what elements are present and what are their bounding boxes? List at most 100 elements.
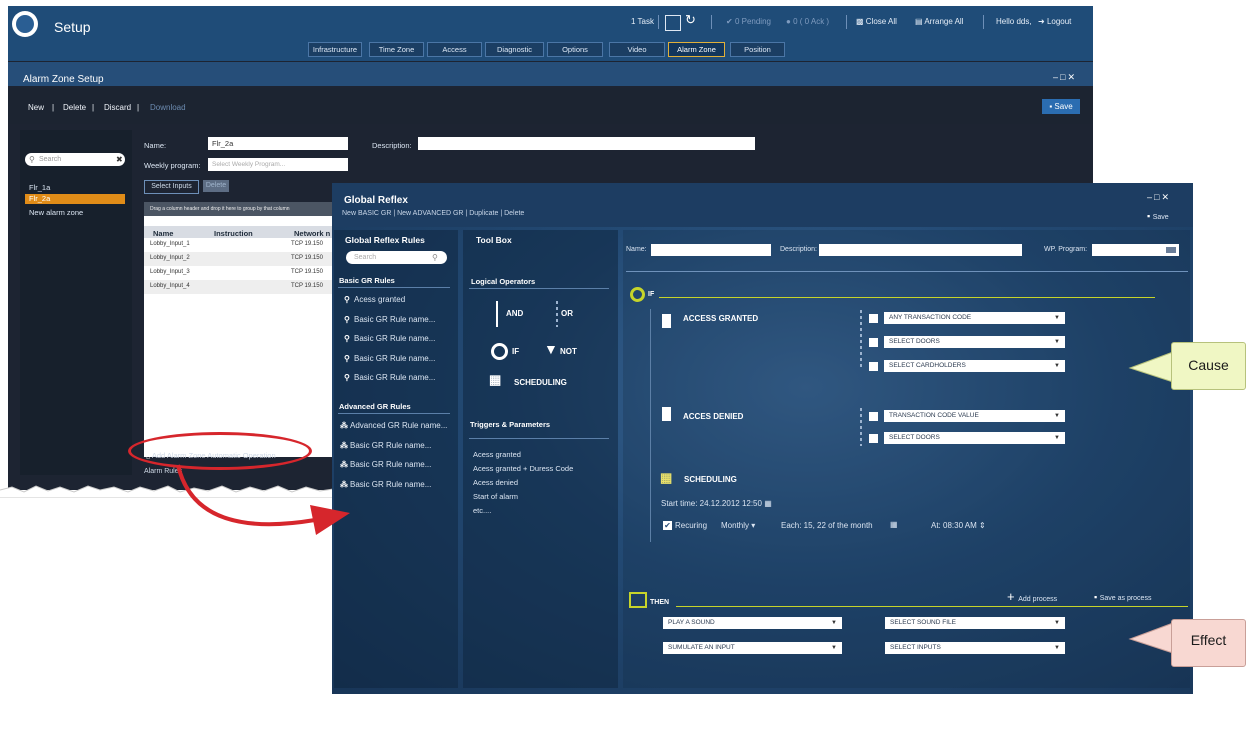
operator-or[interactable]: OR <box>561 309 573 318</box>
denied-doors-dropdown[interactable]: SELECT DOORS ▼ <box>884 432 1065 444</box>
basic-rule-item[interactable]: ⚲ Basic GR Rule name... <box>344 315 435 324</box>
column-header-network[interactable]: Network n <box>294 229 330 238</box>
tab-options[interactable]: Options <box>547 42 603 57</box>
logout-button[interactable]: ➜ Logout <box>1038 17 1071 26</box>
advanced-rule-item[interactable]: ⁂ Advanced GR Rule name... <box>340 421 447 430</box>
transaction-code-dropdown[interactable]: ANY TRANSACTION CODE ▼ <box>884 312 1065 324</box>
name-field[interactable] <box>651 244 771 256</box>
inputs-dropdown[interactable]: SELECT INPUTS ▼ <box>885 642 1065 654</box>
checkbox[interactable] <box>869 362 878 371</box>
description-field[interactable] <box>819 244 1022 256</box>
name-field[interactable]: Flr_2a <box>208 137 348 150</box>
trigger-item[interactable]: Acess granted + Duress Code <box>473 464 573 473</box>
tab-video[interactable]: Video <box>609 42 665 57</box>
tab-alarm-zone[interactable]: Alarm Zone <box>668 42 725 57</box>
save-label: Save <box>1054 102 1073 111</box>
calendar-icon: ▦ <box>761 499 772 508</box>
tasks-icon[interactable] <box>665 15 681 31</box>
start-time[interactable]: Start time: 24.12.2012 12:50 ▦ <box>661 499 772 508</box>
download-button[interactable]: Download <box>150 103 186 112</box>
checkbox[interactable] <box>869 338 878 347</box>
dropdown-value: SELECT DOORS <box>889 338 940 345</box>
name-label: Name: <box>144 141 167 150</box>
alarm-zone-list-panel <box>20 130 132 475</box>
operator-if[interactable]: IF <box>512 347 519 356</box>
basic-rule-item[interactable]: ⚲ Acess granted <box>344 295 405 304</box>
app-logo-icon[interactable] <box>12 11 38 37</box>
save-as-process-button[interactable]: ▪ Save as process <box>1094 592 1151 602</box>
tab-time-zone[interactable]: Time Zone <box>369 42 424 57</box>
if-bracket <box>650 309 651 542</box>
recurring-checkbox[interactable]: ✔ <box>663 521 672 530</box>
global-reflex-window: Global Reflex New BASIC GR | New ADVANCE… <box>332 183 1193 694</box>
time-stepper[interactable]: At: 08:30 AM ⇕ <box>931 521 986 530</box>
new-button[interactable]: New <box>28 103 44 112</box>
operator-and[interactable]: AND <box>506 309 523 318</box>
alert-icon: ● <box>786 17 794 26</box>
list-item[interactable]: New alarm zone <box>29 208 83 217</box>
select-inputs-button[interactable]: Select Inputs <box>144 180 199 194</box>
cardholders-dropdown[interactable]: SELECT CARDHOLDERS ▼ <box>884 360 1065 372</box>
logical-operators-header: Logical Operators <box>471 277 536 286</box>
checkbox[interactable] <box>869 412 878 421</box>
gr-save-button[interactable]: ▪ Save <box>1147 211 1169 221</box>
column-header-instruction[interactable]: Instruction <box>214 229 253 238</box>
name-label: Name: <box>626 246 647 253</box>
save-button[interactable]: ▪ Save <box>1042 99 1080 114</box>
search-input[interactable]: Search <box>25 153 125 166</box>
list-item-selected[interactable]: Flr_2a <box>25 194 125 204</box>
advanced-rule-item[interactable]: ⁂ Basic GR Rule name... <box>340 441 431 450</box>
add-process-button[interactable]: + Add process <box>1007 589 1057 604</box>
operator-scheduling[interactable]: SCHEDULING <box>514 378 567 387</box>
trigger-item[interactable]: Acess denied <box>473 478 518 487</box>
frequency-select[interactable]: Monthly ▾ <box>721 521 755 530</box>
trigger-item[interactable]: Start of alarm <box>473 492 518 501</box>
basic-rule-item[interactable]: ⚲ Basic GR Rule name... <box>344 334 435 343</box>
tab-position[interactable]: Position <box>730 42 785 57</box>
action-dropdown[interactable]: PLAY A SOUND ▼ <box>663 617 842 629</box>
tab-access[interactable]: Access <box>427 42 482 57</box>
calendar-icon[interactable]: ▦ <box>890 520 898 529</box>
discard-button[interactable]: Discard <box>104 103 131 112</box>
gr-window-controls[interactable]: –□✕ <box>1147 192 1171 203</box>
delete-input-button[interactable]: Delete <box>203 180 229 192</box>
window-header <box>8 62 1093 86</box>
window-controls[interactable]: –□✕ <box>1053 72 1077 83</box>
doors-dropdown[interactable]: SELECT DOORS ▼ <box>884 336 1065 348</box>
ack-status[interactable]: ● 0 ( 0 Ack ) <box>786 17 829 26</box>
trigger-item[interactable]: etc.... <box>473 506 491 515</box>
chevron-down-icon: ▼ <box>1054 339 1060 345</box>
app-title: Setup <box>54 19 91 35</box>
basic-rule-item[interactable]: ⚲ Basic GR Rule name... <box>344 373 435 382</box>
tab-infrastructure[interactable]: Infrastructure <box>308 42 362 57</box>
basic-rule-item[interactable]: ⚲ Basic GR Rule name... <box>344 354 435 363</box>
weekly-program-select[interactable]: Select Weekly Program... <box>208 158 348 171</box>
chevron-down-icon: ▼ <box>1054 620 1060 626</box>
tab-diagnostic[interactable]: Diagnostic <box>485 42 544 57</box>
rule-label: Basic GR Rule name... <box>350 480 432 489</box>
gr-commands[interactable]: New BASIC GR | New ADVANCED GR | Duplica… <box>342 210 524 217</box>
then-icon <box>629 592 647 608</box>
column-header-name[interactable]: Name <box>153 229 173 238</box>
each-days[interactable]: Each: 15, 22 of the month <box>781 521 873 530</box>
pending-status[interactable]: ✔ 0 Pending <box>726 17 771 26</box>
clear-icon[interactable]: ✖ <box>116 155 123 164</box>
chevron-down-icon: ▼ <box>1054 645 1060 651</box>
arrange-all-button[interactable]: ▤ Arrange All <box>915 17 963 26</box>
group-by-hint[interactable]: Drag a column header and drop it here to… <box>144 202 338 216</box>
transaction-value-dropdown[interactable]: TRANSACTION CODE VALUE ▼ <box>884 410 1065 422</box>
toolbox-column <box>463 230 618 688</box>
description-field[interactable] <box>418 137 755 150</box>
close-all-button[interactable]: ▩ Close All <box>856 17 897 26</box>
trigger-item[interactable]: Acess granted <box>473 450 521 459</box>
refresh-icon[interactable]: ↻ <box>685 12 699 27</box>
sound-file-dropdown[interactable]: SELECT SOUND FILE ▼ <box>885 617 1065 629</box>
task-count[interactable]: 1 Task <box>631 17 654 26</box>
checkbox[interactable] <box>869 314 878 323</box>
action-dropdown[interactable]: SUMULATE AN INPUT ▼ <box>663 642 842 654</box>
list-item[interactable]: Flr_1a <box>29 183 50 192</box>
delete-button[interactable]: Delete <box>63 103 86 112</box>
checkbox[interactable] <box>869 434 878 443</box>
operator-not[interactable]: NOT <box>560 347 577 356</box>
dropdown-value: SELECT SOUND FILE <box>890 619 956 626</box>
